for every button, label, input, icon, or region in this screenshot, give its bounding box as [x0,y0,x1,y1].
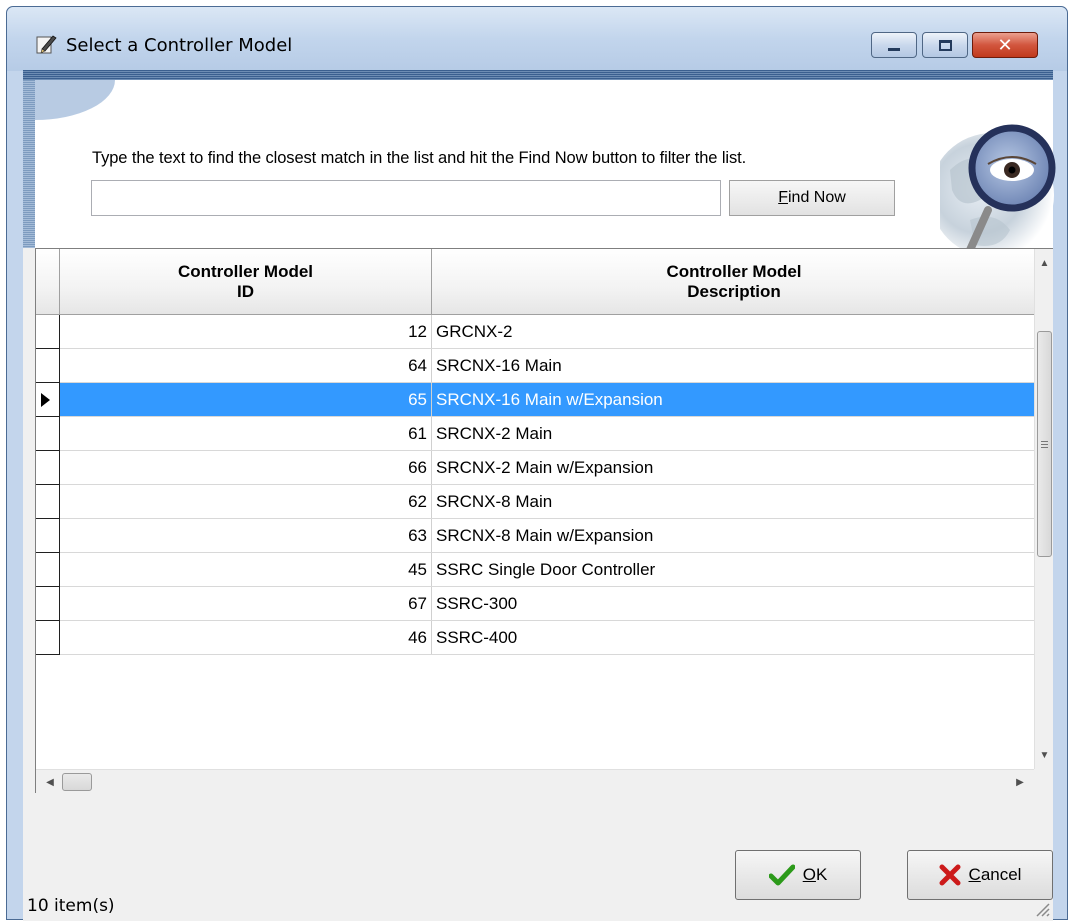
cancel-mnemonic: C [968,865,981,884]
table-row[interactable]: 62 SRCNX-8 Main [36,485,1034,519]
maximize-icon [938,39,952,51]
cell-description: SRCNX-16 Main w/Expansion [432,383,1034,416]
row-header[interactable] [36,485,60,519]
cell-id: 64 [60,349,432,382]
table-row-selected[interactable]: 65 SRCNX-16 Main w/Expansion [36,383,1034,417]
x-icon [939,864,961,886]
client-area: Type the text to find the closest match … [23,70,1056,921]
find-now-label: ind Now [787,189,846,206]
column-header-id[interactable]: Controller Model ID [60,249,432,315]
table-row[interactable]: 12 GRCNX-2 [36,315,1034,349]
cell-id: 62 [60,485,432,518]
title-bar[interactable]: Select a Controller Model ✕ [7,7,1067,71]
table-row[interactable]: 66 SRCNX-2 Main w/Expansion [36,451,1034,485]
header-curve [35,80,115,120]
column-header-id-line1: Controller Model [177,262,314,281]
column-header-id-line2: ID [237,282,254,301]
ok-mnemonic: O [802,865,816,884]
ok-label: OK [803,865,828,885]
row-header[interactable] [36,553,60,587]
row-header[interactable] [36,451,60,485]
row-header[interactable] [36,519,60,553]
table-row[interactable]: 64 SRCNX-16 Main [36,349,1034,383]
horizontal-scroll-thumb[interactable] [62,773,92,791]
column-header-description-line1: Controller Model [666,262,802,281]
table-row[interactable]: 61 SRCNX-2 Main [36,417,1034,451]
search-panel: Type the text to find the closest match … [35,80,1056,255]
row-header[interactable] [36,621,60,655]
cell-id: 63 [60,519,432,552]
row-header[interactable] [36,417,60,451]
cancel-label-rest: ancel [980,865,1022,884]
row-header[interactable] [36,315,60,349]
cell-description: SRCNX-8 Main w/Expansion [436,526,654,545]
status-item-count: 10 item(s) [27,896,115,916]
search-input[interactable] [91,180,721,216]
row-header-corner [36,249,60,315]
cell-description: SSRC-300 [436,594,518,613]
cell-id: 45 [60,553,432,586]
row-header[interactable] [36,349,60,383]
table-row[interactable]: 46 SSRC-400 [36,621,1034,655]
header-left-stripe [23,80,35,248]
dialog-window: Select a Controller Model ✕ Type the tex… [6,6,1068,921]
cancel-button[interactable]: Cancel [907,850,1053,900]
table-row[interactable]: 63 SRCNX-8 Main w/Expansion [36,519,1034,553]
grip-icon [1041,440,1048,448]
scrollbar-corner [1034,769,1053,793]
scroll-up-icon[interactable]: ▲ [1035,253,1054,273]
grid-rows: 12 GRCNX-2 64 SRCNX-16 Main 65 SRCNX-16 … [36,315,1034,655]
table-row[interactable]: 45 SSRC Single Door Controller [36,553,1034,587]
ok-button[interactable]: OK [735,850,861,900]
vertical-scroll-thumb[interactable] [1037,331,1052,557]
table-row[interactable]: 67 SSRC-300 [36,587,1034,621]
column-header-description-line2: Description [687,282,781,301]
horizontal-scrollbar[interactable]: ◀ ▶ [36,769,1034,793]
cell-description: SRCNX-8 Main [436,492,553,511]
current-row-arrow-icon [41,393,50,407]
window-title: Select a Controller Model [66,35,293,56]
grid-header: Controller Model ID Controller Model Des… [36,249,1034,315]
cell-id: 67 [60,587,432,620]
maximize-button[interactable] [922,32,968,58]
close-button[interactable]: ✕ [972,32,1038,58]
resize-grip-icon[interactable] [1031,898,1051,918]
cell-description: SRCNX-2 Main w/Expansion [436,458,654,477]
cell-description: SSRC Single Door Controller [436,560,656,579]
ok-label-rest: K [815,865,828,884]
pen-icon [36,35,57,54]
search-instruction: Type the text to find the closest match … [92,149,747,167]
cell-id: 66 [60,451,432,484]
scroll-right-icon[interactable]: ▶ [1010,772,1030,792]
column-header-description[interactable]: Controller Model Description [432,249,1036,315]
magnifier-eye-icon [940,124,1056,255]
cell-description: SRCNX-16 Main [436,356,562,375]
controller-model-grid[interactable]: Controller Model ID Controller Model Des… [35,248,1053,793]
vertical-scrollbar[interactable]: ▲ ▼ [1034,249,1053,769]
cell-id: 46 [60,621,432,654]
cell-description: SRCNX-2 Main [436,424,553,443]
scroll-down-icon[interactable]: ▼ [1035,745,1054,765]
cell-id: 61 [60,417,432,450]
find-now-button[interactable]: Find Now [729,180,895,216]
minimize-icon [888,47,900,51]
minimize-button[interactable] [871,32,917,58]
checkmark-icon [768,864,795,886]
cell-description: GRCNX-2 [436,322,513,341]
close-icon: ✕ [997,34,1013,56]
header-stripe [23,70,1053,80]
cell-description: SSRC-400 [436,628,518,647]
scroll-left-icon[interactable]: ◀ [40,772,60,792]
find-now-mnemonic: F [778,189,788,206]
cancel-label: Cancel [969,865,1022,885]
cell-id: 12 [60,315,432,348]
row-header[interactable] [36,383,60,417]
cell-id: 65 [60,383,432,416]
row-header[interactable] [36,587,60,621]
